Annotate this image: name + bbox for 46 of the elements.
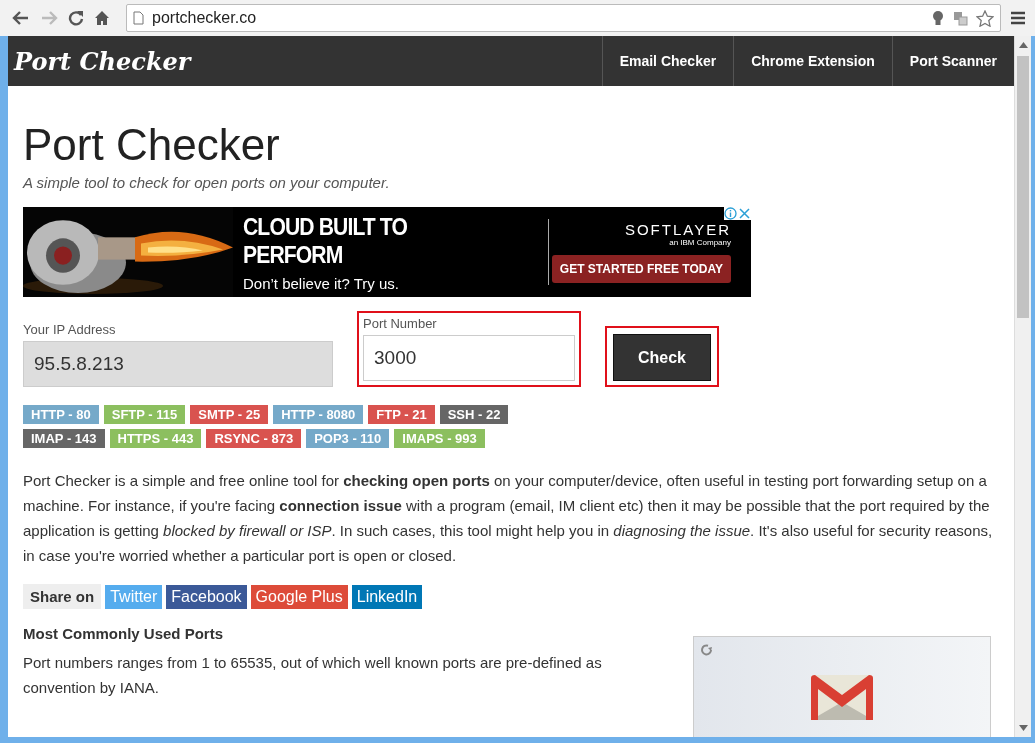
section-heading: Most Commonly Used Ports <box>23 625 225 643</box>
reload-icon[interactable] <box>68 10 84 26</box>
port-number-field[interactable]: 3000 <box>363 335 575 382</box>
back-icon[interactable] <box>12 10 30 26</box>
refresh-icon <box>700 643 714 658</box>
ad-cta-button[interactable]: GET STARTED FREE TODAY <box>551 255 731 284</box>
page-title: Port Checker <box>23 122 281 169</box>
scrollbar[interactable] <box>1014 36 1031 737</box>
share-button[interactable]: LinkedIn <box>351 584 423 609</box>
port-tag[interactable]: FTP - 21 <box>368 405 435 425</box>
translate-icon[interactable] <box>953 10 968 26</box>
field-label: Your IP Address <box>23 322 117 338</box>
ip-address-field[interactable]: 95.5.8.213 <box>23 341 333 388</box>
address-bar[interactable]: portchecker.co <box>126 4 1001 32</box>
lightbulb-icon[interactable] <box>931 10 945 26</box>
section-text: Port numbers ranges from 1 to 65535, out of which well known ports are pre-defined as convention by IANA. <box>23 653 603 699</box>
port-tag[interactable]: SSH - 22 <box>439 405 509 425</box>
site-logo[interactable]: Port Checker <box>8 46 191 76</box>
close-icon[interactable] <box>738 207 751 221</box>
envelope-icon <box>811 675 873 721</box>
scroll-down-icon[interactable] <box>1018 725 1028 731</box>
menu-icon[interactable] <box>1011 11 1025 25</box>
share-button[interactable]: Facebook <box>166 584 247 609</box>
scrollbar-thumb[interactable] <box>1017 56 1029 318</box>
star-icon[interactable] <box>976 9 994 27</box>
home-icon[interactable] <box>94 10 110 26</box>
nav-link[interactable]: Chrome Extension <box>733 36 892 86</box>
port-tag[interactable]: RSYNC - 873 <box>206 429 302 449</box>
ad-headline: CLOUD BUILT TO PERFORM <box>243 212 409 269</box>
share-button[interactable]: Google Plus <box>250 584 348 609</box>
port-tag[interactable]: SMTP - 25 <box>190 405 269 425</box>
nav-link[interactable]: Email Checker <box>601 36 734 86</box>
scroll-up-icon[interactable] <box>1018 42 1028 48</box>
info-icon[interactable] <box>724 207 737 221</box>
port-tag[interactable]: IMAP - 143 <box>23 429 105 449</box>
ad-brand-subtitle: an IBM Company <box>669 238 731 248</box>
ad-brand: SOFTLAYER <box>624 221 731 239</box>
field-label: Port Number <box>363 316 438 332</box>
page-subtitle: A simple tool to check for open ports on your computer. <box>23 174 391 192</box>
ad-tagline: Don’t believe it? Try us. <box>243 274 400 292</box>
check-button[interactable]: Check <box>613 334 711 382</box>
ad-banner[interactable]: CLOUD BUILT TO PERFORM Don’t believe it? Try us. SOFTLAYER an IBM Company GET STARTED FREE TODAY <box>23 207 751 298</box>
share-label: Share on <box>23 584 102 610</box>
side-ad[interactable] <box>693 636 991 737</box>
page-icon <box>133 11 144 25</box>
intro-paragraph: Port Checker is a simple and free online tool for checking open ports on your computer/device, often useful in testing port forwarding setup on a machine. For instance, if you're facing connection issue with a program (email, IM client etc) then it may be possible that the port required by the application is getting blocked by firewall or ISP. In such cases, this tool might help you in diagnosing the issue. It's also useful for security reasons, in case you're worried whether a particular port is open or closed. <box>23 471 994 567</box>
